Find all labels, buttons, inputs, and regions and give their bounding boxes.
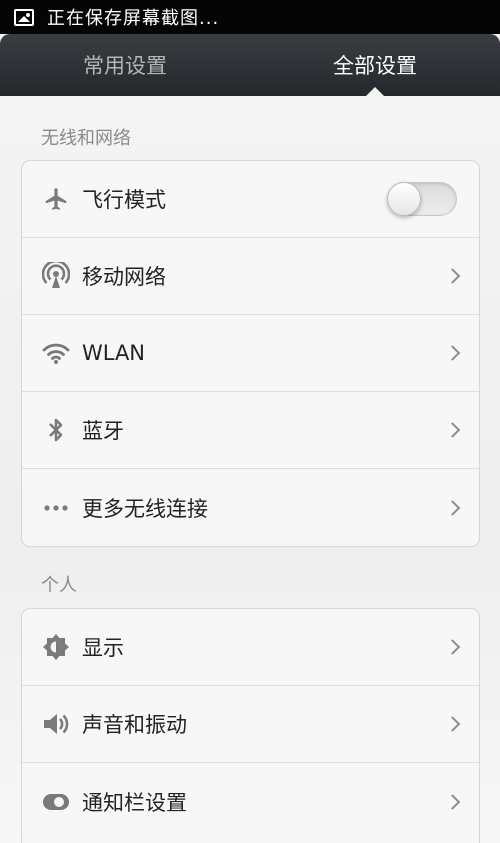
tab-all-settings[interactable]: 全部设置 bbox=[250, 34, 500, 96]
brightness-icon bbox=[42, 633, 70, 661]
section-header-personal: 个人 bbox=[41, 575, 77, 596]
setting-row-display[interactable]: 显示 bbox=[22, 609, 479, 686]
setting-label: 蓝牙 bbox=[82, 419, 124, 443]
airplane-mode-toggle[interactable] bbox=[387, 182, 457, 216]
speaker-icon bbox=[42, 710, 70, 738]
setting-row-bluetooth[interactable]: 蓝牙 bbox=[22, 392, 479, 469]
chevron-right-icon bbox=[444, 499, 461, 516]
cellular-antenna-icon bbox=[42, 262, 70, 290]
setting-row-wlan[interactable]: WLAN bbox=[22, 315, 479, 392]
chevron-right-icon bbox=[444, 268, 461, 284]
setting-label: 移动网络 bbox=[82, 265, 166, 289]
wireless-card: 飞行模式 移动网络 WLAN 蓝牙 更多无线连接 bbox=[21, 160, 480, 547]
setting-row-mobile-network[interactable]: 移动网络 bbox=[22, 238, 479, 315]
chevron-right-icon bbox=[444, 639, 461, 655]
setting-row-airplane-mode[interactable]: 飞行模式 bbox=[22, 161, 479, 238]
chevron-right-icon bbox=[444, 793, 461, 810]
setting-label: 更多无线连接 bbox=[82, 496, 208, 521]
setting-row-notification-bar[interactable]: 通知栏设置 bbox=[22, 763, 479, 840]
bluetooth-icon bbox=[42, 416, 70, 444]
airplane-icon bbox=[42, 185, 70, 213]
wifi-icon bbox=[42, 339, 70, 367]
toggle-knob bbox=[387, 182, 421, 216]
tab-common-settings[interactable]: 常用设置 bbox=[0, 34, 250, 96]
setting-row-more-wireless[interactable]: 更多无线连接 bbox=[22, 469, 479, 546]
notification-toggle-icon bbox=[42, 788, 70, 816]
setting-label: 通知栏设置 bbox=[82, 790, 187, 815]
screenshot-image-icon bbox=[14, 8, 34, 26]
status-text: 正在保存屏幕截图... bbox=[47, 8, 220, 29]
chevron-right-icon bbox=[444, 422, 461, 438]
personal-card: 显示 声音和振动 通知栏设置 bbox=[21, 608, 480, 843]
section-header-wireless: 无线和网络 bbox=[41, 128, 131, 149]
status-bar: 正在保存屏幕截图... bbox=[0, 0, 500, 34]
chevron-right-icon bbox=[444, 716, 461, 732]
setting-row-sound-vibration[interactable]: 声音和振动 bbox=[22, 686, 479, 763]
settings-content: 无线和网络 飞行模式 移动网络 WLAN 蓝牙 更多无线连接 个人 显示 声音和… bbox=[0, 96, 500, 843]
more-dots-icon bbox=[42, 494, 70, 522]
setting-label: 飞行模式 bbox=[82, 188, 166, 212]
setting-label: 显示 bbox=[82, 636, 124, 660]
setting-label: WLAN bbox=[82, 341, 146, 365]
setting-label: 声音和振动 bbox=[82, 713, 187, 737]
tab-bar: 常用设置 全部设置 bbox=[0, 34, 500, 96]
chevron-right-icon bbox=[444, 345, 461, 361]
